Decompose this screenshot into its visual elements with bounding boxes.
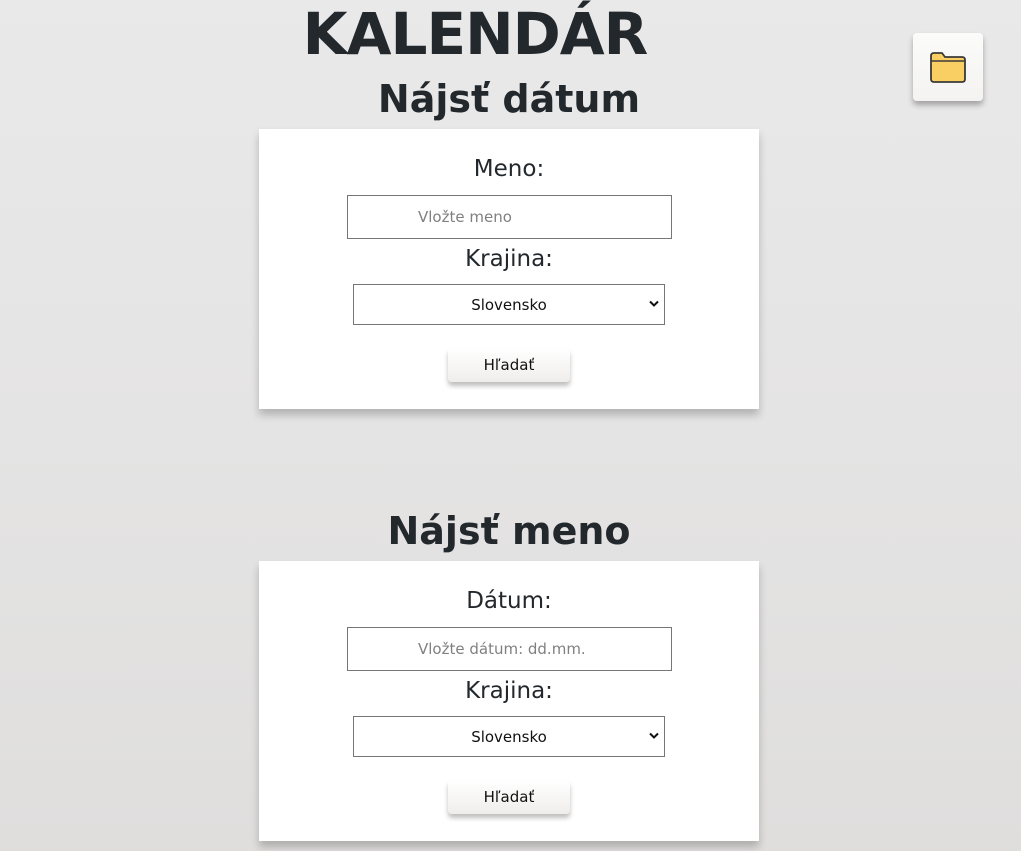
country-select[interactable]: Slovensko <box>353 716 665 757</box>
chevron-down-icon <box>649 732 659 739</box>
country-select-value: Slovensko <box>471 727 547 746</box>
folder-icon <box>930 52 966 83</box>
country-select[interactable]: Slovensko <box>353 284 665 325</box>
country-label: Krajina: <box>465 246 553 272</box>
name-label: Meno: <box>473 156 545 182</box>
country-label: Krajina: <box>465 678 553 704</box>
find-date-title: Nájsť dátum <box>377 77 641 121</box>
name-input[interactable] <box>347 195 672 239</box>
chevron-down-icon <box>649 300 659 307</box>
date-input[interactable] <box>347 627 672 671</box>
folder-button[interactable] <box>913 33 983 101</box>
search-button[interactable]: Hľadať <box>448 780 570 814</box>
find-date-card: Meno: Krajina: Slovensko Hľadať <box>259 129 759 409</box>
find-name-card: Dátum: Krajina: Slovensko Hľadať <box>259 561 759 841</box>
page-title: KALENDÁR <box>302 0 649 68</box>
find-name-title: Nájsť meno <box>387 509 631 553</box>
country-select-value: Slovensko <box>471 295 547 314</box>
date-label: Dátum: <box>466 588 552 614</box>
search-button[interactable]: Hľadať <box>448 348 570 382</box>
